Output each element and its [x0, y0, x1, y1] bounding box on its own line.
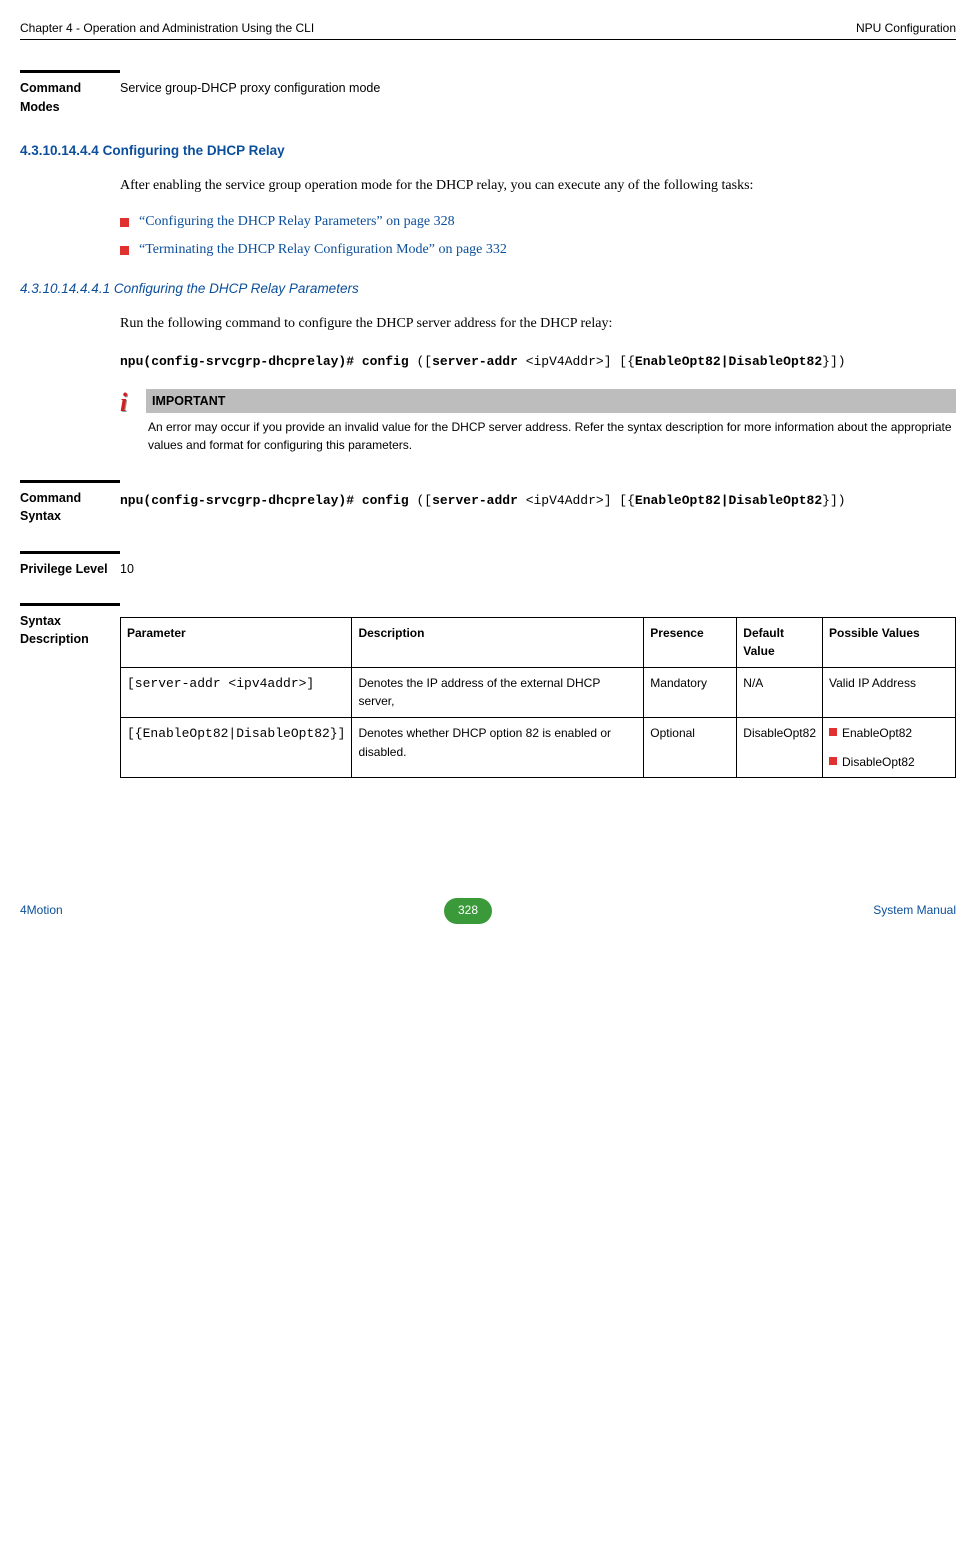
command-modes-label: Command Modes: [20, 70, 120, 115]
td-possible: Valid IP Address: [823, 667, 956, 717]
h5-intro-text: Run the following command to configure t…: [120, 312, 956, 336]
cmd-part: }]): [822, 354, 845, 369]
privilege-level-label: Privilege Level: [20, 551, 120, 578]
cmd-part-bold: npu(config-srvcgrp-dhcprelay)# config: [120, 354, 409, 369]
cmd-part: <ipV4Addr>] [{: [518, 493, 635, 508]
bullet-icon: [120, 246, 129, 255]
important-header: IMPORTANT: [146, 389, 956, 413]
heading-title: Configuring the DHCP Relay: [103, 143, 285, 158]
td-presence: Mandatory: [644, 667, 737, 717]
syntax-description-label: Syntax Description: [20, 603, 120, 648]
command-modes-text: Service group-DHCP proxy configuration m…: [120, 70, 956, 115]
command-example: npu(config-srvcgrp-dhcprelay)# config ([…: [120, 350, 956, 373]
important-text: An error may occur if you provide an inv…: [146, 413, 956, 456]
td-default: N/A: [737, 667, 823, 717]
header-left: Chapter 4 - Operation and Administration…: [20, 20, 314, 37]
header-right: NPU Configuration: [856, 20, 956, 37]
cmd-part-bold: server-addr: [432, 354, 518, 369]
page-header: Chapter 4 - Operation and Administration…: [20, 20, 956, 40]
cmd-part: ([: [409, 354, 432, 369]
th-parameter: Parameter: [121, 617, 352, 667]
command-modes-block: Command Modes Service group-DHCP proxy c…: [20, 70, 956, 115]
heading-number: 4.3.10.14.4.4: [20, 143, 99, 158]
table-row: [server-addr <ipv4addr>] Denotes the IP …: [121, 667, 956, 717]
important-icon-col: i: [120, 389, 146, 456]
command-syntax-label: Command Syntax: [20, 480, 120, 525]
command-syntax-content: npu(config-srvcgrp-dhcprelay)# config ([…: [120, 480, 956, 525]
possible-value-item: EnableOpt82: [842, 724, 912, 743]
subheading-title: Configuring the DHCP Relay Parameters: [114, 281, 359, 296]
bullet-icon: [829, 728, 837, 736]
th-possible: Possible Values: [823, 617, 956, 667]
cmd-part: }]): [822, 493, 845, 508]
page-number-badge: 328: [444, 898, 492, 923]
th-presence: Presence: [644, 617, 737, 667]
bullet-row: “Terminating the DHCP Relay Configuratio…: [120, 240, 956, 260]
th-default: Default Value: [737, 617, 823, 667]
cmd-part-bold: EnableOpt82|DisableOpt82: [635, 354, 822, 369]
bullet-link-1[interactable]: “Configuring the DHCP Relay Parameters” …: [139, 212, 455, 232]
important-box: i IMPORTANT An error may occur if you pr…: [120, 389, 956, 456]
cmd-part-bold: server-addr: [432, 493, 518, 508]
cmd-part-bold: npu(config-srvcgrp-dhcprelay)# config: [120, 493, 409, 508]
td-desc: Denotes the IP address of the external D…: [352, 667, 644, 717]
section-4.3.10.14.4.4-heading: 4.3.10.14.4.4 Configuring the DHCP Relay: [20, 141, 956, 161]
privilege-level-value: 10: [120, 551, 956, 578]
td-param: [server-addr <ipv4addr>]: [121, 667, 352, 717]
table-row: [{EnableOpt82|DisableOpt82}] Denotes whe…: [121, 718, 956, 778]
td-desc: Denotes whether DHCP option 82 is enable…: [352, 718, 644, 778]
h4-intro-text: After enabling the service group operati…: [120, 174, 956, 198]
cmd-part-bold: EnableOpt82|DisableOpt82: [635, 493, 822, 508]
footer-left: 4Motion: [20, 902, 63, 919]
bullet-link-2[interactable]: “Terminating the DHCP Relay Configuratio…: [139, 240, 507, 260]
table-header-row: Parameter Description Presence Default V…: [121, 617, 956, 667]
td-default: DisableOpt82: [737, 718, 823, 778]
bullet-icon: [829, 757, 837, 765]
td-possible: EnableOpt82 DisableOpt82: [823, 718, 956, 778]
bullet-row: “Configuring the DHCP Relay Parameters” …: [120, 212, 956, 232]
syntax-table: Parameter Description Presence Default V…: [120, 617, 956, 779]
td-param: [{EnableOpt82|DisableOpt82}]: [121, 718, 352, 778]
syntax-description-block: Syntax Description Parameter Description…: [20, 603, 956, 779]
footer-right: System Manual: [873, 902, 956, 919]
privilege-level-block: Privilege Level 10: [20, 551, 956, 578]
possible-value-item: DisableOpt82: [842, 753, 915, 772]
td-presence: Optional: [644, 718, 737, 778]
info-icon: i: [120, 391, 146, 414]
cmd-part: ([: [409, 493, 432, 508]
command-syntax-block: Command Syntax npu(config-srvcgrp-dhcpre…: [20, 480, 956, 525]
subheading-number: 4.3.10.14.4.4.1: [20, 281, 110, 296]
th-description: Description: [352, 617, 644, 667]
cmd-part: <ipV4Addr>] [{: [518, 354, 635, 369]
page-footer: 4Motion 328 System Manual: [20, 898, 956, 923]
section-4.3.10.14.4.4.1-heading: 4.3.10.14.4.4.1 Configuring the DHCP Rel…: [20, 279, 956, 299]
bullet-icon: [120, 218, 129, 227]
